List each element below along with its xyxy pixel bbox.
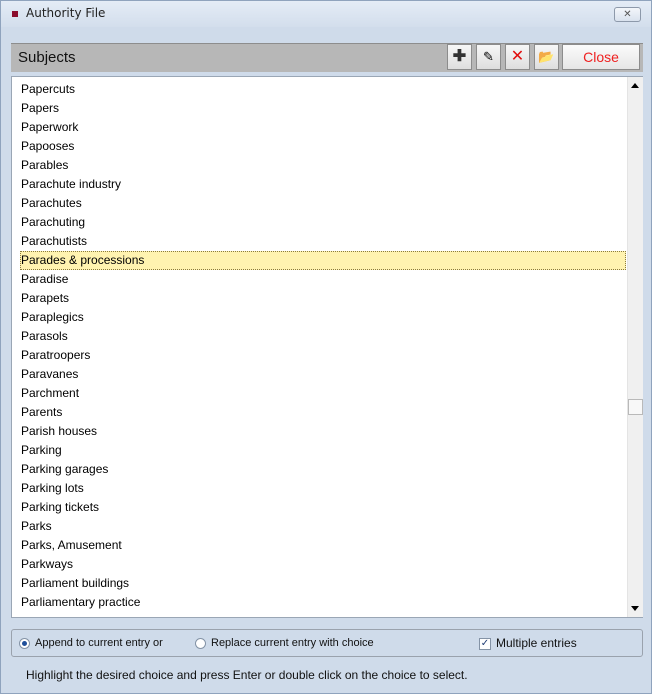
list-item[interactable]: Parasols	[20, 327, 626, 346]
edit-button[interactable]: ✎	[476, 44, 501, 70]
list-item[interactable]: Parents	[20, 403, 626, 422]
scroll-down-arrow-icon[interactable]	[631, 606, 639, 611]
open-button[interactable]: 📂	[534, 44, 559, 70]
list-item[interactable]: Paradise	[20, 270, 626, 289]
list-item[interactable]: Parking garages	[20, 460, 626, 479]
vertical-scrollbar[interactable]	[627, 77, 643, 617]
list-item[interactable]: Parables	[20, 156, 626, 175]
app-icon	[12, 11, 18, 17]
list-item[interactable]: Parking tickets	[20, 498, 626, 517]
list-item[interactable]: Parking lots	[20, 479, 626, 498]
close-icon: ✕	[623, 9, 632, 20]
subjects-list: Papercuts Papers Paperwork Papooses Parables…	[20, 80, 626, 612]
subjects-listbox[interactable]: Papercuts Papers Paperwork Papooses Parables…	[11, 76, 643, 618]
folder-open-icon: 📂	[538, 49, 555, 64]
list-item[interactable]: Parish houses	[20, 422, 626, 441]
window-title: Authority File	[26, 6, 106, 20]
list-item[interactable]: Parkways	[20, 555, 626, 574]
list-item[interactable]: Parapets	[20, 289, 626, 308]
authority-file-window: Authority File ✕ Subjects ✚ ✎ ✕ 📂 Close …	[0, 0, 652, 694]
list-item[interactable]: Parliamentary practice	[20, 593, 626, 612]
list-item[interactable]: Parachutes	[20, 194, 626, 213]
plus-icon: ✚	[452, 48, 467, 65]
list-item[interactable]: Parades & processions	[20, 251, 626, 271]
list-item[interactable]: Papers	[20, 99, 626, 118]
instruction-text: Highlight the desired choice and press E…	[26, 668, 468, 682]
multiple-entries-checkbox[interactable]: ✓	[479, 638, 491, 650]
list-item[interactable]: Parachutists	[20, 232, 626, 251]
list-item[interactable]: Paraplegics	[20, 308, 626, 327]
replace-label[interactable]: Replace current entry with choice	[211, 637, 374, 649]
append-label[interactable]: Append to current entry or	[35, 637, 163, 649]
list-item[interactable]: Parks	[20, 517, 626, 536]
scrollbar-thumb[interactable]	[628, 398, 643, 415]
list-item[interactable]: Parachute industry	[20, 175, 626, 194]
entry-mode-options: Append to current entry or Replace curre…	[11, 629, 643, 657]
scroll-up-arrow-icon[interactable]	[631, 83, 639, 88]
add-button[interactable]: ✚	[447, 44, 472, 70]
list-item[interactable]: Papercuts	[20, 80, 626, 99]
edit-icon: ✎	[483, 49, 494, 64]
list-item[interactable]: Parliament buildings	[20, 574, 626, 593]
subjects-header: Subjects ✚ ✎ ✕ 📂 Close	[11, 43, 643, 72]
delete-icon: ✕	[510, 48, 525, 65]
window-close-button[interactable]: ✕	[614, 7, 641, 22]
multiple-entries-label[interactable]: Multiple entries	[496, 636, 577, 650]
replace-radio[interactable]	[195, 638, 206, 649]
list-item[interactable]: Parachuting	[20, 213, 626, 232]
list-item[interactable]: Parks, Amusement	[20, 536, 626, 555]
list-item[interactable]: Parking	[20, 441, 626, 460]
append-radio[interactable]	[19, 638, 30, 649]
page-title: Subjects	[18, 49, 76, 66]
list-item[interactable]: Paperwork	[20, 118, 626, 137]
close-button[interactable]: Close	[562, 44, 640, 70]
delete-button[interactable]: ✕	[505, 44, 530, 70]
list-item[interactable]: Papooses	[20, 137, 626, 156]
list-item[interactable]: Parchment	[20, 384, 626, 403]
list-item[interactable]: Paratroopers	[20, 346, 626, 365]
title-bar: Authority File ✕	[1, 1, 651, 27]
list-item[interactable]: Paravanes	[20, 365, 626, 384]
